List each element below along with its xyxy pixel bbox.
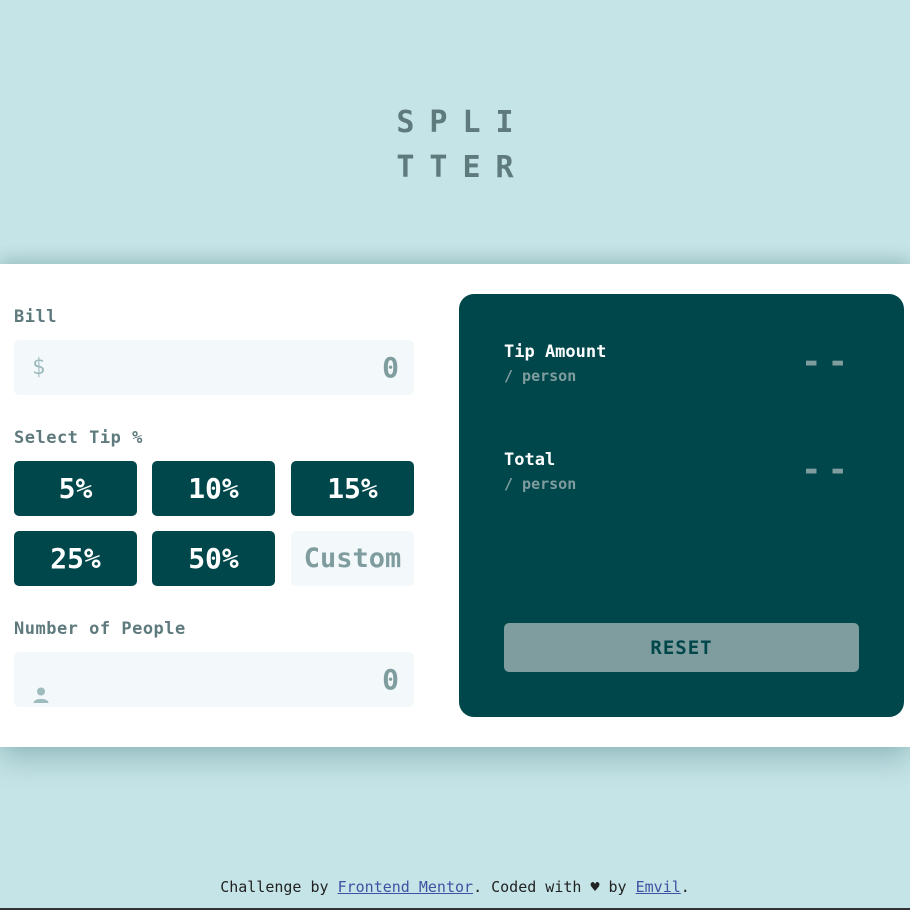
tip-button-15[interactable]: 15% (291, 461, 414, 516)
bill-input[interactable]: $ 0 (14, 340, 414, 395)
tip-button-5[interactable]: 5% (14, 461, 137, 516)
custom-tip-input[interactable]: Custom (291, 531, 414, 586)
calculator-card: Bill $ 0 Select Tip % 5% 10% 15% 25% 50%… (0, 264, 910, 747)
footer-middle: . Coded with ♥ by (473, 878, 636, 896)
logo-line-2: TTER (396, 150, 529, 185)
tip-button-10[interactable]: 10% (152, 461, 275, 516)
tip-amount-value: -- (801, 342, 854, 382)
bill-value[interactable]: 0 (382, 340, 399, 395)
attribution-footer: Challenge by Frontend Mentor. Coded with… (0, 878, 910, 896)
footer-prefix: Challenge by (220, 878, 338, 896)
tip-label: Select Tip % (14, 428, 143, 448)
logo-line-1: SPLI (396, 105, 529, 140)
dollar-icon: $ (32, 355, 46, 380)
app-logo: SPLI TTER (0, 100, 910, 190)
people-input[interactable]: 0 (14, 652, 414, 707)
reset-button[interactable]: RESET (504, 623, 859, 672)
people-value[interactable]: 0 (382, 652, 399, 707)
total-value: -- (801, 450, 854, 490)
frontend-mentor-link[interactable]: Frontend Mentor (338, 878, 473, 896)
tip-button-25[interactable]: 25% (14, 531, 137, 586)
tip-amount-per-person: / person (504, 367, 577, 385)
total-per-person: / person (504, 475, 577, 493)
results-panel: Tip Amount / person -- Total / person --… (459, 294, 904, 717)
author-link[interactable]: Emvil (636, 878, 681, 896)
person-icon (32, 670, 50, 703)
total-label: Total (504, 450, 556, 470)
bill-label: Bill (14, 307, 57, 327)
tip-amount-label: Tip Amount (504, 342, 607, 362)
tip-button-50[interactable]: 50% (152, 531, 275, 586)
people-label: Number of People (14, 619, 186, 639)
footer-suffix: . (680, 878, 690, 896)
